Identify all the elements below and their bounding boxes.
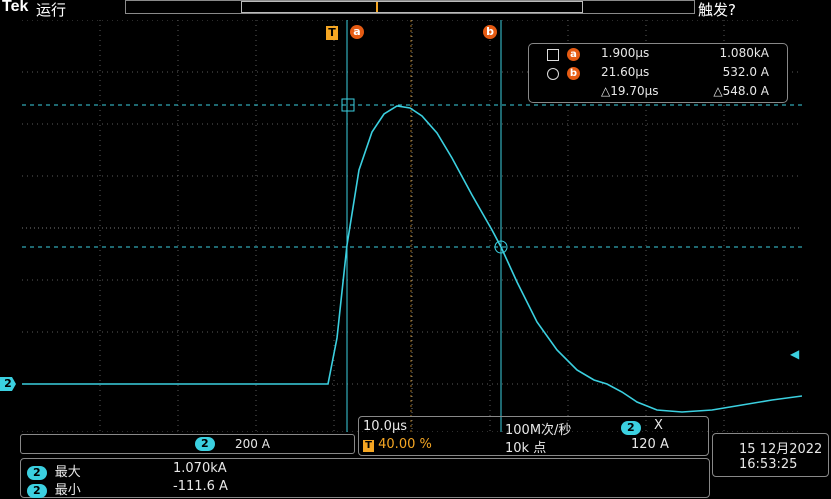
cursor-b-row: b 21.60µs 532.0 A <box>529 65 787 83</box>
trigger-flag[interactable]: T <box>326 26 338 40</box>
trigger-position-row: T 40.00 % <box>363 437 432 452</box>
time-per-div: 10.0µs <box>363 419 407 434</box>
channel-2-ground-marker[interactable]: 2 <box>0 377 16 391</box>
circle-cursor-icon <box>547 68 559 80</box>
trigger-position-value: 40.00 % <box>378 437 432 452</box>
datetime-box[interactable]: 15 12月2022 16:53:25 <box>712 433 829 477</box>
channel-2-waveform <box>22 105 802 413</box>
measurement-value: -111.6 A <box>173 479 228 494</box>
brand-logo: Tek <box>2 0 29 15</box>
date: 15 12月2022 <box>739 442 823 457</box>
cursor-delta-row: △19.70µs △548.0 A <box>529 84 787 102</box>
channel-2-scale: 200 A <box>235 437 270 451</box>
sample-rate: 100M次/秒 <box>505 423 572 438</box>
measurements-panel[interactable]: 2 最大 1.070kA 2 最小 -111.6 A <box>20 458 710 498</box>
cursor-a-time: 1.900µs <box>601 46 650 60</box>
cursor-a-value: 1.080kA <box>719 46 769 60</box>
measurement-channel-badge: 2 <box>27 466 47 480</box>
cursor-b-badge: b <box>567 67 580 80</box>
record-length: 10k 点 <box>505 441 547 456</box>
channel-2-badge: 2 <box>195 437 215 451</box>
cursor-b-time: 21.60µs <box>601 65 650 79</box>
cursor-delta-time: △19.70µs <box>601 84 659 98</box>
cursor-b-value: 532.0 A <box>722 65 769 79</box>
trigger-channel-badge: 2 <box>621 420 641 435</box>
measurement-name: 最小 <box>54 483 81 498</box>
measurement-channel-badge: 2 <box>27 484 47 498</box>
cursor-a-row: a 1.900µs 1.080kA <box>529 46 787 64</box>
time: 16:53:25 <box>739 457 798 472</box>
record-view-window[interactable] <box>241 1 583 13</box>
trigger-level-arrow-icon[interactable]: ◀ <box>790 347 799 361</box>
run-state[interactable]: 运行 <box>36 0 66 20</box>
channel-2-scale-bar[interactable]: 2 200 A <box>20 434 355 454</box>
square-cursor-icon <box>547 49 559 61</box>
trigger-status: 触发? <box>698 1 736 19</box>
measurement-name: 最大 <box>54 465 81 480</box>
trigger-level: 120 A <box>631 437 669 452</box>
measurement-row: 2 最小 -111.6 A <box>27 479 327 498</box>
trigger-position-marker <box>376 2 378 12</box>
cursor-a-flag[interactable]: a <box>350 25 364 39</box>
trigger-slope-icon: X <box>654 418 663 433</box>
measurement-row: 2 最大 1.070kA <box>27 461 327 480</box>
cursor-b-flag[interactable]: b <box>483 25 497 39</box>
cursor-readout: a 1.900µs 1.080kA b 21.60µs 532.0 A △19.… <box>528 43 788 103</box>
measurement-value: 1.070kA <box>173 461 227 476</box>
horizontal-settings-panel[interactable]: 10.0µs 100M次/秒 2 X T 40.00 % 10k 点 120 A <box>358 416 709 456</box>
cursor-a-badge: a <box>567 48 580 61</box>
cursor-delta-value: △548.0 A <box>713 84 769 98</box>
trigger-position-icon: T <box>363 440 374 452</box>
